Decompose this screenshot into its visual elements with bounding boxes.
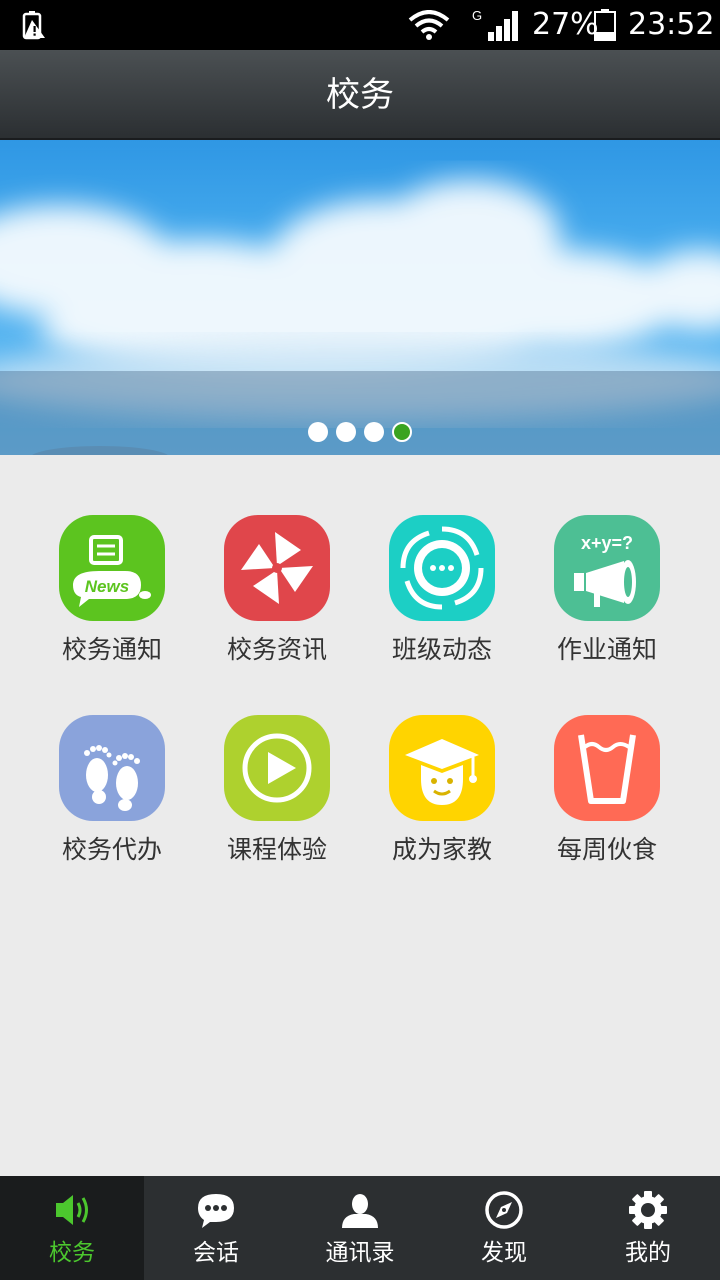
svg-text:x+y=?: x+y=? <box>581 533 633 553</box>
carousel-dot-3[interactable] <box>364 422 384 442</box>
battery-warning-icon <box>22 11 45 40</box>
tab-discover[interactable]: 发现 <box>432 1176 576 1280</box>
feature-school-errands[interactable]: 校务代办 <box>42 715 182 885</box>
feature-label: 校务资讯 <box>226 635 327 664</box>
clock: 23:52 <box>628 7 715 42</box>
feature-label: 校务通知 <box>61 635 162 664</box>
status-bar: G 27% 23:52 <box>0 0 720 50</box>
wifi-icon <box>408 10 450 40</box>
feature-label: 校务代办 <box>61 835 162 864</box>
feature-label: 班级动态 <box>391 635 492 664</box>
battery-percentage: 27% <box>532 7 599 42</box>
feature-become-tutor[interactable]: 成为家教 <box>372 715 512 885</box>
carousel-dot-1[interactable] <box>308 422 328 442</box>
compass-icon <box>485 1191 523 1229</box>
battery-icon <box>594 9 616 41</box>
news-icon: News <box>59 515 165 621</box>
megaphone-icon: x+y=? <box>554 515 660 621</box>
feature-grid: News 校务通知 校务资讯 班级动态 x+y=? 作业通知 校务代办 课程体验… <box>0 455 720 1175</box>
feature-label: 成为家教 <box>391 835 492 864</box>
chat-bubble-icon <box>198 1194 234 1228</box>
network-type-label: G <box>472 8 482 23</box>
feature-school-notice[interactable]: News 校务通知 <box>42 515 182 685</box>
cup-icon <box>554 715 660 821</box>
feature-label: 作业通知 <box>556 635 657 664</box>
bottom-tab-bar: 校务 会话 通讯录 发现 我的 <box>0 1176 720 1280</box>
feature-label: 课程体验 <box>226 835 327 864</box>
signal-icon: G <box>472 8 518 41</box>
footprints-icon <box>59 715 165 821</box>
feature-course-trial[interactable]: 课程体验 <box>207 715 347 885</box>
banner-carousel[interactable] <box>0 140 720 455</box>
speaker-icon <box>56 1195 88 1225</box>
tab-contacts[interactable]: 通讯录 <box>288 1176 432 1280</box>
gear-icon <box>629 1191 667 1229</box>
tab-chat[interactable]: 会话 <box>144 1176 288 1280</box>
tab-label: 通讯录 <box>325 1240 395 1266</box>
feature-class-updates[interactable]: 班级动态 <box>372 515 512 685</box>
play-icon <box>224 715 330 821</box>
feature-school-news[interactable]: 校务资讯 <box>207 515 347 685</box>
graduate-icon <box>389 715 495 821</box>
tab-label: 发现 <box>481 1240 527 1266</box>
feature-label: 每周伙食 <box>556 835 657 864</box>
feature-weekly-meals[interactable]: 每周伙食 <box>537 715 677 885</box>
feature-homework-notice[interactable]: x+y=? 作业通知 <box>537 515 677 685</box>
tab-label: 我的 <box>625 1240 671 1266</box>
tab-label: 校务 <box>49 1240 95 1266</box>
contact-icon <box>342 1194 378 1228</box>
tab-school-affairs[interactable]: 校务 <box>0 1176 144 1280</box>
carousel-indicators <box>0 422 720 442</box>
tab-me[interactable]: 我的 <box>576 1176 720 1280</box>
page-title: 校务 <box>326 75 394 115</box>
tab-label: 会话 <box>193 1240 239 1266</box>
pinwheel-icon <box>224 515 330 621</box>
carousel-dot-4[interactable] <box>392 422 412 442</box>
title-bar: 校务 <box>0 50 720 140</box>
banner-overlay <box>0 371 720 455</box>
carousel-dot-2[interactable] <box>336 422 356 442</box>
flower-chat-icon <box>389 515 495 621</box>
svg-text:News: News <box>85 577 129 596</box>
